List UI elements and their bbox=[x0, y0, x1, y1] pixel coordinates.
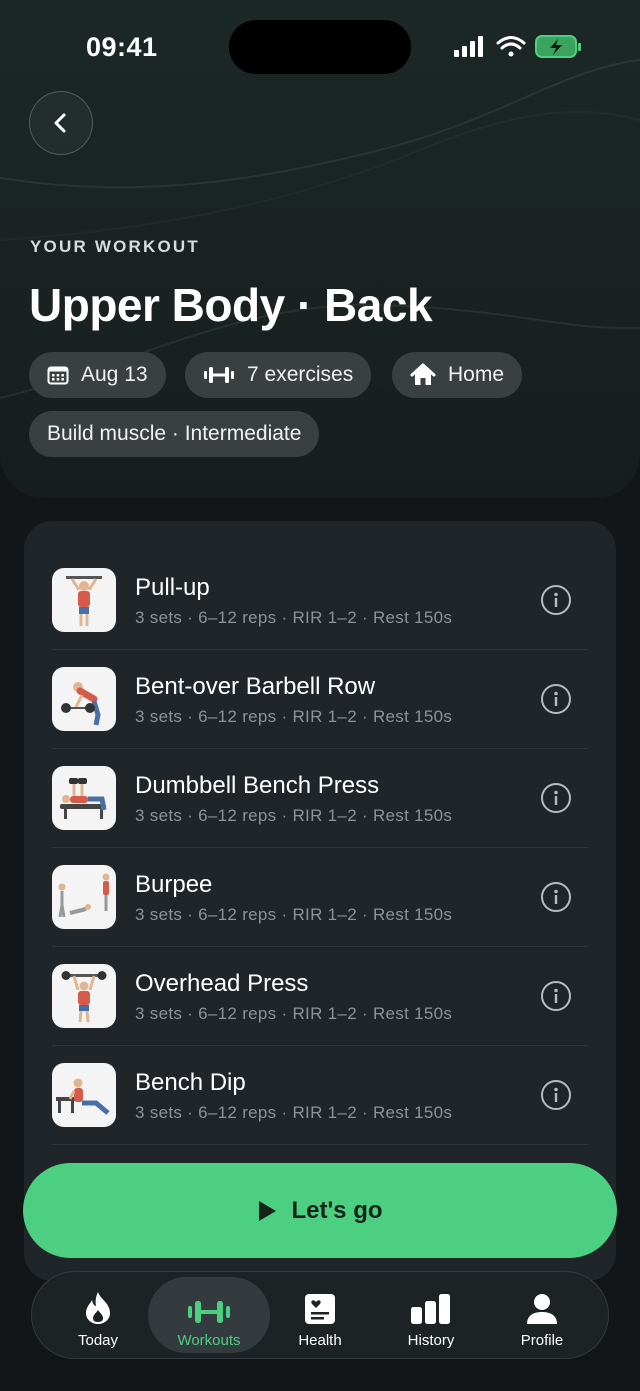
home-icon bbox=[410, 363, 436, 387]
back-button[interactable] bbox=[29, 91, 93, 155]
tab-today[interactable]: Today bbox=[43, 1277, 153, 1353]
info-button[interactable] bbox=[541, 783, 571, 813]
tab-label: History bbox=[407, 1332, 455, 1349]
dumbbell-icon bbox=[187, 1287, 231, 1325]
goal-label: Build muscle · Intermediate bbox=[47, 422, 302, 445]
health-icon bbox=[304, 1287, 336, 1325]
exercise-name: Burpee bbox=[135, 871, 213, 898]
status-time: 09:41 bbox=[86, 32, 158, 62]
exercise-meta: 3 sets · 6–12 reps · RIR 1–2 · Rest 150s bbox=[135, 608, 453, 627]
date-label: Aug 13 bbox=[81, 363, 148, 386]
tab-label: Workouts bbox=[177, 1332, 241, 1349]
location-label: Home bbox=[448, 363, 505, 386]
exercise-row-dumbbell-bench-press[interactable]: Dumbbell Bench Press 3 sets · 6–12 reps … bbox=[52, 749, 588, 848]
dynamic-island bbox=[229, 20, 411, 74]
play-icon bbox=[257, 1200, 277, 1222]
exercise-row-pull-up[interactable]: Pull-up 3 sets · 6–12 reps · RIR 1–2 · R… bbox=[52, 551, 588, 650]
flame-icon bbox=[83, 1287, 113, 1325]
exercise-name: Pull-up bbox=[135, 574, 210, 601]
exercise-row-bench-dip[interactable]: Bench Dip 3 sets · 6–12 reps · RIR 1–2 ·… bbox=[52, 1046, 588, 1145]
info-icon bbox=[554, 790, 558, 805]
exercise-name: Bent-over Barbell Row bbox=[135, 673, 376, 700]
calendar-icon bbox=[47, 365, 69, 385]
exercise-meta: 3 sets · 6–12 reps · RIR 1–2 · Rest 150s bbox=[135, 1103, 453, 1122]
bar-chart-icon bbox=[410, 1287, 452, 1325]
status-icons bbox=[454, 35, 581, 58]
burpee-thumbnail bbox=[52, 865, 116, 929]
info-button[interactable] bbox=[541, 882, 571, 912]
overhead-press-thumbnail bbox=[52, 964, 116, 1028]
start-workout-button[interactable]: Let's go bbox=[23, 1163, 617, 1258]
bench-dip-thumbnail bbox=[52, 1063, 116, 1127]
cellular-signal-icon bbox=[454, 36, 483, 57]
goal-chip: Build muscle · Intermediate bbox=[29, 411, 320, 457]
page-title: Upper Body · Back bbox=[29, 279, 433, 331]
info-icon bbox=[554, 988, 558, 1003]
info-icon bbox=[554, 889, 558, 904]
tab-workouts[interactable]: Workouts bbox=[148, 1277, 270, 1353]
tab-health[interactable]: Health bbox=[265, 1277, 375, 1353]
exercise-name: Bench Dip bbox=[135, 1069, 246, 1096]
start-workout-label: Let's go bbox=[291, 1196, 383, 1224]
exercise-meta: 3 sets · 6–12 reps · RIR 1–2 · Rest 150s bbox=[135, 1004, 453, 1023]
exercise-name: Overhead Press bbox=[135, 970, 309, 997]
barbell-row-thumbnail bbox=[52, 667, 116, 731]
chevron-left-icon bbox=[54, 113, 66, 133]
info-icon bbox=[554, 691, 558, 706]
exercise-row-bent-over-barbell-row[interactable]: Bent-over Barbell Row 3 sets · 6–12 reps… bbox=[52, 650, 588, 749]
info-icon bbox=[554, 592, 558, 607]
tab-bar: Today Workouts Health History Profile bbox=[31, 1271, 609, 1359]
date-chip: Aug 13 bbox=[29, 352, 166, 398]
tab-label: Health bbox=[298, 1332, 342, 1349]
bench-press-thumbnail bbox=[52, 766, 116, 830]
wifi-icon bbox=[496, 36, 526, 57]
tab-label: Today bbox=[77, 1332, 119, 1349]
info-button[interactable] bbox=[541, 981, 571, 1011]
exercise-row-overhead-press[interactable]: Overhead Press 3 sets · 6–12 reps · RIR … bbox=[52, 947, 588, 1046]
person-icon bbox=[526, 1287, 558, 1325]
dumbbell-icon bbox=[203, 365, 235, 385]
exercise-count-label: 7 exercises bbox=[247, 363, 354, 386]
info-button[interactable] bbox=[541, 684, 571, 714]
battery-charging-icon bbox=[535, 35, 581, 58]
eyebrow-label: YOUR WORKOUT bbox=[30, 237, 200, 256]
pull-up-thumbnail bbox=[52, 568, 116, 632]
exercise-count-chip: 7 exercises bbox=[185, 352, 372, 398]
exercise-meta: 3 sets · 6–12 reps · RIR 1–2 · Rest 150s bbox=[135, 905, 453, 924]
exercise-row-burpee[interactable]: Burpee 3 sets · 6–12 reps · RIR 1–2 · Re… bbox=[52, 848, 588, 947]
tab-profile[interactable]: Profile bbox=[487, 1277, 597, 1353]
exercise-meta: 3 sets · 6–12 reps · RIR 1–2 · Rest 150s bbox=[135, 806, 453, 825]
tab-history[interactable]: History bbox=[376, 1277, 486, 1353]
info-button[interactable] bbox=[541, 1080, 571, 1110]
location-chip: Home bbox=[392, 352, 523, 398]
exercise-name: Dumbbell Bench Press bbox=[135, 772, 380, 799]
info-button[interactable] bbox=[541, 585, 571, 615]
tab-label: Profile bbox=[520, 1332, 564, 1349]
exercise-meta: 3 sets · 6–12 reps · RIR 1–2 · Rest 150s bbox=[135, 707, 453, 726]
info-icon bbox=[554, 1087, 558, 1102]
